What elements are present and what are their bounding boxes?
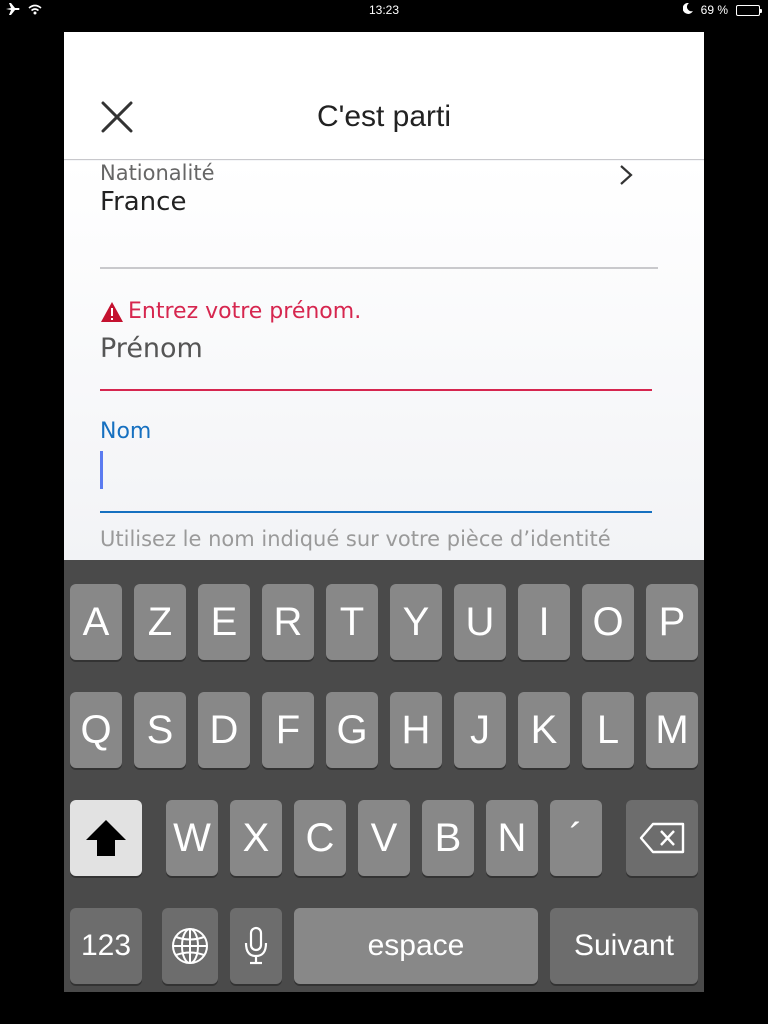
microphone-key[interactable]: [230, 908, 282, 984]
numbers-key[interactable]: 123: [70, 908, 142, 984]
key-o[interactable]: O: [582, 584, 634, 660]
key-z[interactable]: Z: [134, 584, 186, 660]
signup-modal: C'est parti Nationalité France Entrez vo…: [64, 32, 704, 992]
key-t[interactable]: T: [326, 584, 378, 660]
shift-icon: [86, 820, 126, 856]
key-v[interactable]: V: [358, 800, 410, 876]
status-bar: 13:23 69 %: [0, 0, 768, 20]
space-key[interactable]: espace: [294, 908, 538, 984]
key-x[interactable]: X: [230, 800, 282, 876]
battery-percent: 69 %: [700, 3, 728, 17]
last-name-underline: [100, 511, 652, 513]
key-acute-accent[interactable]: ´: [550, 800, 602, 876]
first-name-error-text: Entrez votre prénom.: [128, 299, 362, 324]
key-s[interactable]: S: [134, 692, 186, 768]
backspace-key[interactable]: [626, 800, 698, 876]
text-cursor: [100, 451, 103, 489]
modal-header: C'est parti: [64, 32, 704, 160]
key-l[interactable]: L: [582, 692, 634, 768]
key-d[interactable]: D: [198, 692, 250, 768]
key-q[interactable]: Q: [70, 692, 122, 768]
chevron-right-icon: [620, 165, 633, 185]
key-y[interactable]: Y: [390, 584, 442, 660]
key-f[interactable]: F: [262, 692, 314, 768]
backspace-icon: [639, 822, 685, 854]
key-m[interactable]: M: [646, 692, 698, 768]
key-e[interactable]: E: [198, 584, 250, 660]
first-name-error: Entrez votre prénom.: [100, 299, 361, 324]
key-g[interactable]: G: [326, 692, 378, 768]
key-p[interactable]: P: [646, 584, 698, 660]
globe-icon: [172, 928, 208, 964]
screen: 13:23 69 % C'est parti Nationalité Franc…: [0, 0, 768, 1024]
first-name-underline: [100, 389, 652, 391]
shift-key[interactable]: [70, 800, 142, 876]
key-j[interactable]: J: [454, 692, 506, 768]
page-title: C'est parti: [316, 100, 452, 133]
key-r[interactable]: R: [262, 584, 314, 660]
nationality-value: France: [100, 187, 187, 217]
keyboard: AZERTYUIOP QSDFGHJKLM WXCVBN´ 123: [64, 560, 704, 992]
key-b[interactable]: B: [422, 800, 474, 876]
key-k[interactable]: K: [518, 692, 570, 768]
nationality-underline: [100, 267, 658, 269]
key-a[interactable]: A: [70, 584, 122, 660]
key-u[interactable]: U: [454, 584, 506, 660]
moon-icon: [682, 2, 693, 17]
battery-icon: [736, 4, 762, 16]
last-name-label: Nom: [100, 419, 152, 444]
nationality-label: Nationalité: [100, 161, 215, 185]
globe-key[interactable]: [162, 908, 218, 984]
status-time: 13:23: [368, 3, 400, 17]
key-h[interactable]: H: [390, 692, 442, 768]
key-n[interactable]: N: [486, 800, 538, 876]
form: Nationalité France Entrez votre prénom. …: [64, 161, 704, 583]
first-name-input[interactable]: Prénom: [100, 333, 203, 364]
key-w[interactable]: W: [166, 800, 218, 876]
key-c[interactable]: C: [294, 800, 346, 876]
key-i[interactable]: I: [518, 584, 570, 660]
next-key[interactable]: Suivant: [550, 908, 698, 984]
microphone-icon: [244, 926, 268, 965]
warning-icon: [101, 301, 123, 322]
